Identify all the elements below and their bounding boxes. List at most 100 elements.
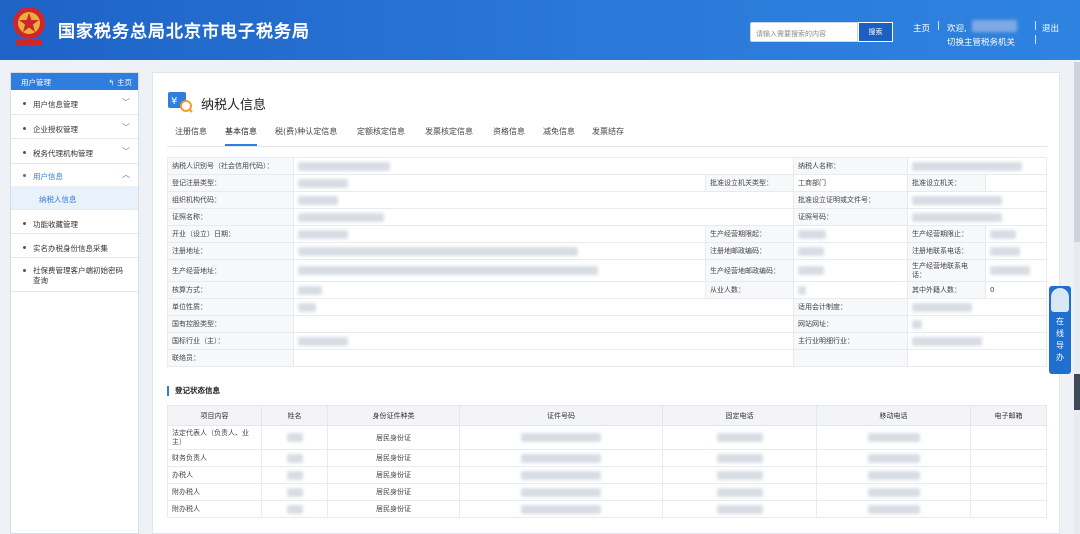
taxpayer-info-icon: ¥ [168, 92, 193, 113]
welcome-text: 欢迎, [947, 24, 967, 34]
sidebar-item-user-info-mgmt[interactable]: 用户信息管理 ﹀ [11, 90, 138, 115]
empty-label [793, 349, 908, 367]
switch-org-link[interactable]: 切换主管税务机关 [947, 36, 1015, 48]
table-row: 国标行业（主）： 主行业明细行业： [167, 332, 1047, 350]
value-term-end [985, 225, 1047, 243]
cell-name [261, 483, 328, 501]
sidebar-home-link[interactable]: ↰ 主页 [108, 77, 132, 88]
label-license-name: 证照名称： [167, 208, 294, 226]
label-liaison: 联络员： [167, 349, 294, 367]
tab-exemption[interactable]: 减免信息 [543, 126, 575, 146]
label-employee-count: 从业人数： [705, 281, 794, 299]
bullet-icon [23, 102, 26, 105]
col-header-id-number: 证件号码 [459, 405, 663, 426]
empty-value [907, 349, 1047, 367]
tab-tax-type[interactable]: 税(费)种认定信息 [275, 126, 337, 146]
label-accounting-system: 适用会计制度： [793, 298, 908, 316]
label-foreign-count: 其中外籍人数： [907, 281, 986, 299]
sidebar-item-favorites[interactable]: 功能收藏管理 [11, 210, 138, 234]
header-separator: | [937, 21, 941, 31]
cell-mobile [816, 449, 971, 467]
search-button[interactable]: 搜索 [858, 22, 893, 42]
label-national-industry: 国标行业（主）： [167, 332, 294, 350]
search-input[interactable]: 请输入需要搜索的内容 [750, 22, 858, 42]
national-emblem-icon [13, 7, 45, 45]
label-term-start: 生产经营期限起： [705, 225, 794, 243]
cell-landline [662, 425, 817, 450]
online-guide-button[interactable]: 在 线 导 办 [1049, 286, 1071, 374]
value-license-no [907, 208, 1047, 226]
col-header-id-type: 身份证件种类 [327, 405, 460, 426]
sidebar-subitem-taxpayer-info[interactable]: 纳税人信息 [11, 186, 138, 210]
cell-email [970, 466, 1047, 484]
value-approval-doc [907, 191, 1047, 209]
sidebar: 用户管理 ↰ 主页 用户信息管理 ﹀ 企业授权管理 ﹀ 税务代理机构管理 ﹀ 用… [10, 72, 139, 534]
chevron-down-icon: ﹀ [122, 98, 130, 107]
bullet-icon [23, 269, 26, 272]
cell-name [261, 425, 328, 450]
tabs-divider [167, 146, 1047, 147]
label-license-no: 证照号码： [793, 208, 908, 226]
value-license-name [293, 208, 794, 226]
bullet-icon [23, 246, 26, 249]
value-reg-address [293, 242, 706, 260]
tab-invoice-approval[interactable]: 发票核定信息 [425, 126, 473, 146]
cell-email [970, 449, 1047, 467]
cell-id-type: 居民身份证 [327, 483, 460, 501]
cell-mobile [816, 500, 971, 518]
tab-qualification[interactable]: 资格信息 [493, 126, 525, 146]
label-taxpayer-id: 纳税人识别号（社会信用代码）： [167, 157, 294, 175]
label-approval-doc: 批准设立证明或文件号： [793, 191, 908, 209]
value-biz-phone [985, 259, 1047, 282]
value-website [907, 315, 1047, 333]
svg-text:¥: ¥ [171, 96, 177, 107]
tab-invoice-stock[interactable]: 发票结存 [592, 126, 624, 146]
cell-item: 附办税人 [167, 500, 262, 518]
chevron-down-icon: ﹀ [122, 147, 130, 156]
value-reg-phone [985, 242, 1047, 260]
cell-id-number [459, 500, 663, 518]
label-unit-nature: 单位性质： [167, 298, 294, 316]
table-row: 附办税人 居民身份证 [167, 500, 1047, 518]
label-reg-type: 登记注册类型： [167, 174, 294, 192]
table-row: 纳税人识别号（社会信用代码）： 纳税人名称： [167, 157, 1047, 175]
value-accounting-method [293, 281, 706, 299]
label-reg-address: 注册地址： [167, 242, 294, 260]
tab-quota[interactable]: 定额核定信息 [357, 126, 405, 146]
cell-item: 办税人 [167, 466, 262, 484]
value-national-industry [293, 332, 794, 350]
sidebar-item-user-info[interactable]: 用户信息 ︿ [11, 164, 138, 186]
label-accounting-method: 核算方式： [167, 281, 294, 299]
sidebar-item-social-insurance-pwd[interactable]: 社保费管理客户端初始密码查询 [11, 258, 138, 292]
page-scrollbar-thumb[interactable] [1074, 62, 1080, 242]
value-liaison [293, 349, 794, 367]
table-row: 财务负责人 居民身份证 [167, 449, 1047, 467]
label-biz-address: 生产经营地址： [167, 259, 294, 282]
cell-email [970, 500, 1047, 518]
cell-landline [662, 483, 817, 501]
sidebar-item-tax-agent[interactable]: 税务代理机构管理 ﹀ [11, 139, 138, 164]
cell-name [261, 466, 328, 484]
value-reg-postcode [793, 242, 908, 260]
cell-id-type: 居民身份证 [327, 466, 460, 484]
chevron-down-icon: ﹀ [122, 123, 130, 132]
cell-item: 法定代表人（负责人、业主） [167, 425, 262, 450]
value-approval-org [985, 174, 1047, 192]
tab-basic-info[interactable]: 基本信息 [225, 126, 257, 146]
value-org-code [293, 191, 794, 209]
table-row: 联络员： [167, 349, 1047, 367]
cell-mobile [816, 483, 971, 501]
sidebar-item-enterprise-auth[interactable]: 企业授权管理 ﹀ [11, 115, 138, 139]
value-biz-address [293, 259, 706, 282]
value-reg-type [293, 174, 706, 192]
sidebar-header: 用户管理 ↰ 主页 [11, 73, 138, 90]
sidebar-item-realname-collect[interactable]: 实名办税身份信息采集 [11, 234, 138, 258]
tab-registration[interactable]: 注册信息 [175, 126, 207, 146]
logout-link[interactable]: 退出 [1042, 22, 1059, 34]
value-open-date [293, 225, 706, 243]
cell-id-number [459, 483, 663, 501]
scroll-handle[interactable] [1074, 374, 1080, 410]
home-link[interactable]: 主页 [913, 22, 930, 34]
cell-id-number [459, 425, 663, 450]
label-biz-phone: 生产经营地联系电话： [907, 259, 986, 282]
